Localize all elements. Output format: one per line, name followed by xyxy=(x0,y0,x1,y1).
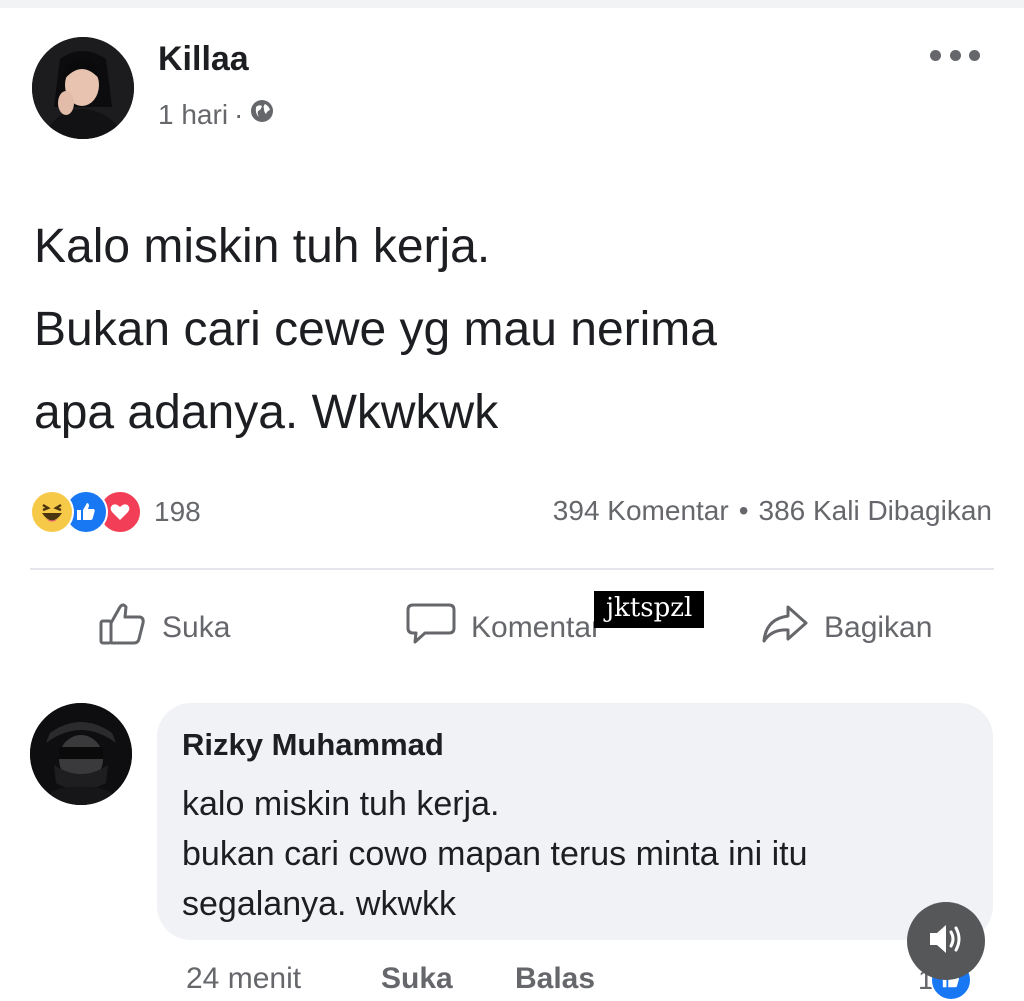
comment-bubble-icon xyxy=(405,601,457,655)
comment-text-line: kalo miskin tuh kerja. xyxy=(182,785,500,823)
like-button[interactable]: Suka xyxy=(98,600,230,656)
post-time[interactable]: 1 hari xyxy=(158,99,228,131)
dot xyxy=(930,49,941,61)
post-text-line: Bukan cari cewe yg mau nerima xyxy=(34,303,717,356)
sound-toggle-button[interactable] xyxy=(907,902,985,980)
globe-icon xyxy=(249,98,275,131)
comment-text-line: bukan cari cowo mapan terus minta ini it… xyxy=(182,835,808,873)
post-meta: 1 hari · xyxy=(158,98,275,131)
post-stats: 394 Komentar • 386 Kali Dibagikan xyxy=(553,495,992,527)
author-name[interactable]: Killaa xyxy=(158,40,249,79)
comment-text-line: segalanya. wkwkk xyxy=(182,885,457,923)
haha-icon xyxy=(30,490,74,534)
thumbs-up-icon xyxy=(98,601,148,655)
stats-separator: • xyxy=(738,495,749,526)
like-label: Suka xyxy=(162,611,231,644)
meta-separator: · xyxy=(234,98,244,130)
more-options-icon[interactable] xyxy=(930,40,980,70)
comment-reply-button[interactable]: Balas xyxy=(515,962,595,996)
dot xyxy=(949,49,961,61)
comment-like-button[interactable]: Suka xyxy=(381,962,453,996)
share-label: Bagikan xyxy=(824,611,933,644)
share-button[interactable]: Bagikan xyxy=(760,600,932,656)
dot xyxy=(969,49,980,61)
comment-button[interactable]: Komentar xyxy=(405,600,601,656)
author-avatar[interactable] xyxy=(32,37,134,139)
comment-time[interactable]: 24 menit xyxy=(186,962,301,996)
post-text: Kalo miskin tuh kerja. Bukan cari cewe y… xyxy=(34,205,984,454)
share-count[interactable]: 386 Kali Dibagikan xyxy=(759,495,993,527)
comment-label: Komentar xyxy=(471,611,602,644)
reaction-count: 198 xyxy=(154,496,201,527)
speaker-icon xyxy=(926,921,966,962)
comment-text: kalo miskin tuh kerja. bukan cari cowo m… xyxy=(182,779,808,929)
reactions-summary[interactable]: 198 xyxy=(30,490,201,534)
post-text-line: apa adanya. Wkwkwk xyxy=(34,386,499,439)
commenter-name[interactable]: Rizky Muhammad xyxy=(182,727,444,763)
watermark: jktspzl xyxy=(594,591,705,628)
commenter-avatar[interactable] xyxy=(30,703,132,805)
post-text-line: Kalo miskin tuh kerja. xyxy=(34,220,491,273)
divider xyxy=(30,568,994,570)
share-arrow-icon xyxy=(760,601,810,655)
top-strip xyxy=(0,0,1024,8)
comment-count[interactable]: 394 Komentar xyxy=(553,495,729,527)
